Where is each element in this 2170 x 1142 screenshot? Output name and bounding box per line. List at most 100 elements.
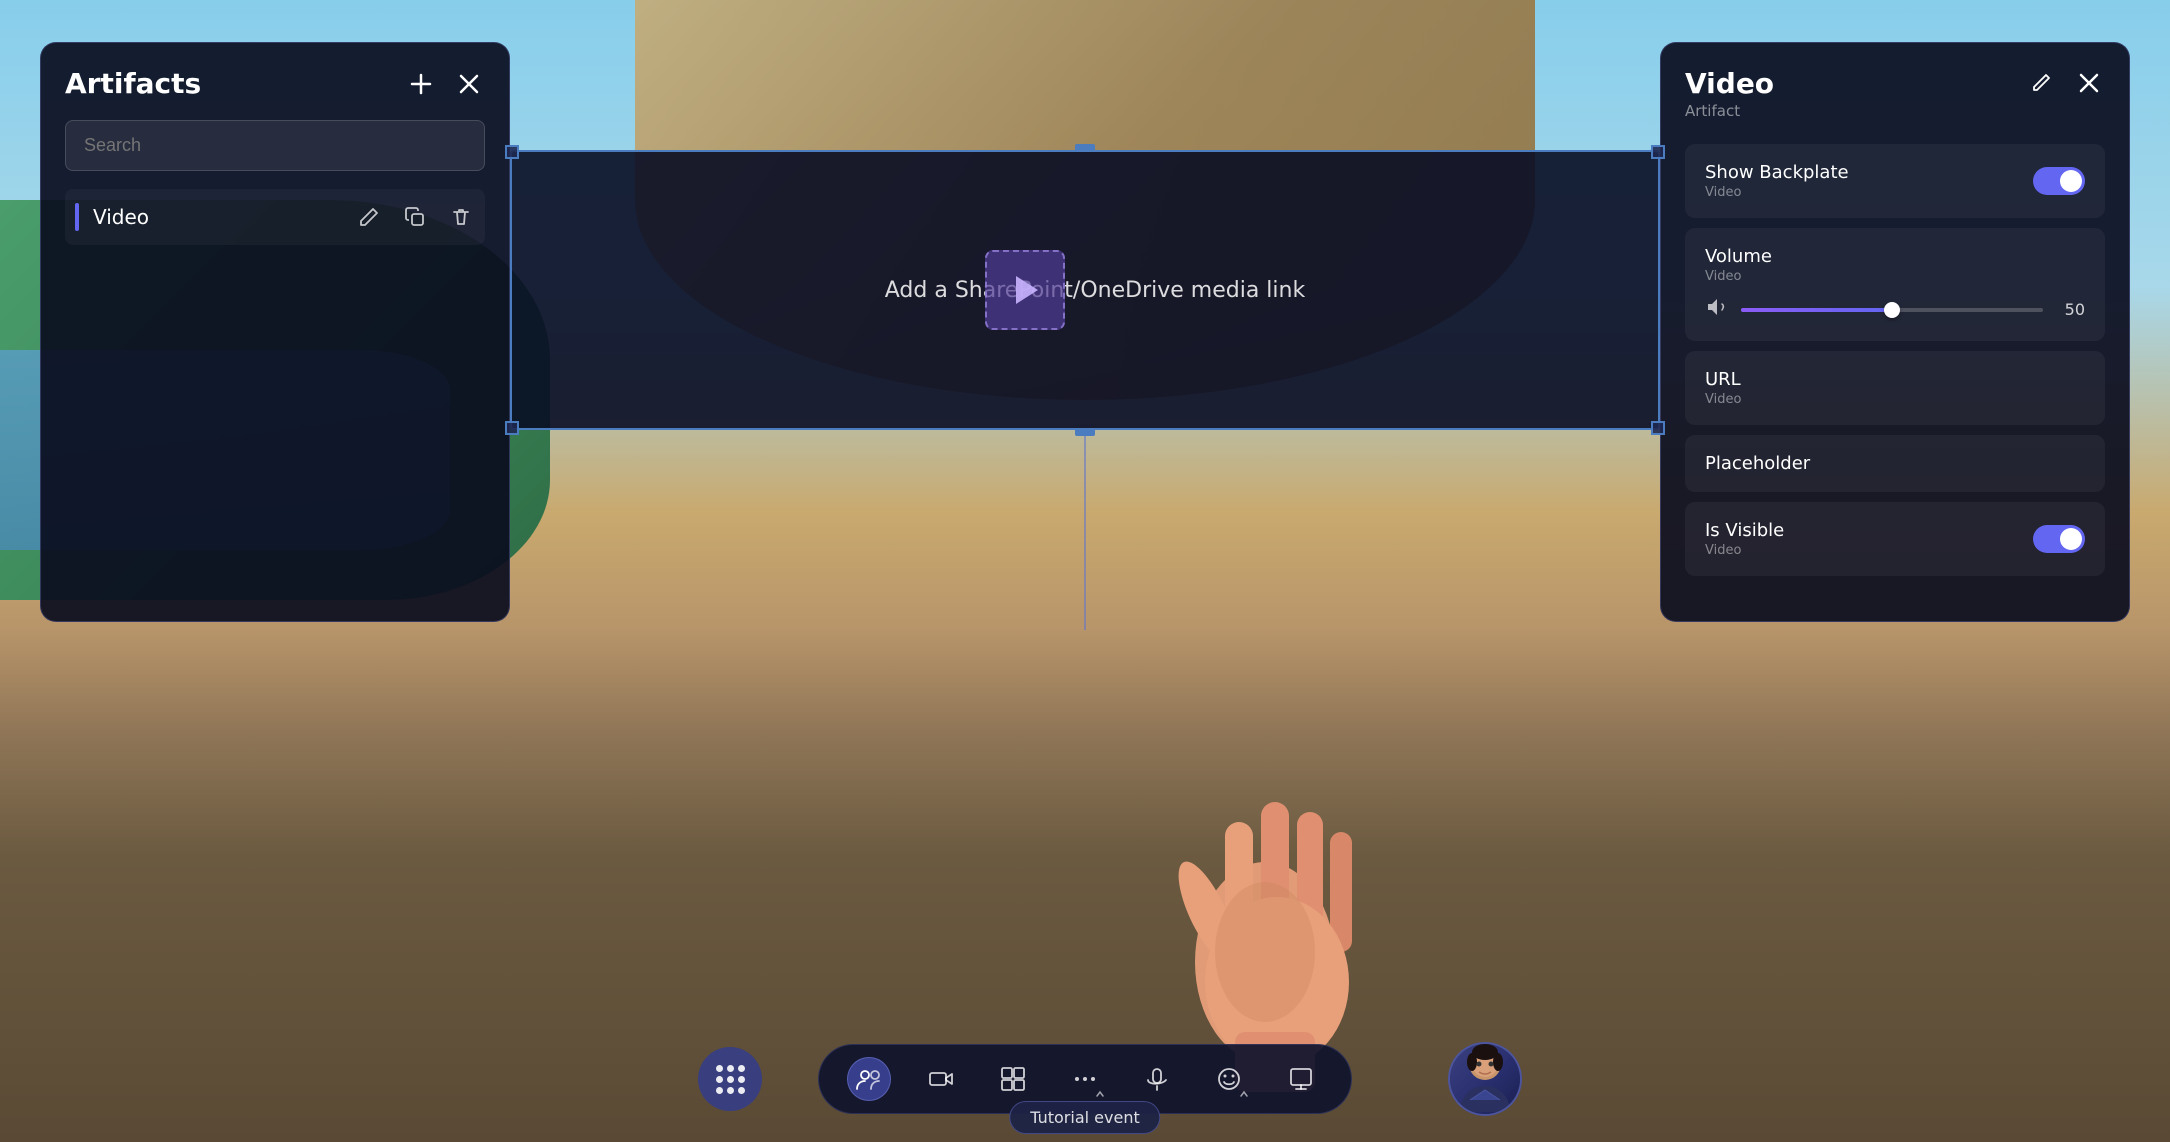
pencil-icon [359,207,379,227]
avatar-inner [1450,1044,1520,1114]
url-section[interactable]: URL Video [1685,351,2105,425]
volume-value: 50 [2057,300,2085,319]
speaker-icon [1705,296,1727,323]
avatar-svg [1455,1042,1515,1116]
dot-6 [738,1076,745,1083]
edit-icon [2030,72,2052,94]
panels-container: Artifacts Video [0,0,2170,1142]
toolbar-layout-button[interactable] [991,1057,1035,1101]
copy-icon [405,207,425,227]
toolbar-emoji-button[interactable] [1207,1057,1251,1101]
volume-label: Volume [1705,246,1772,267]
add-artifact-button[interactable] [405,68,437,100]
dots-grid [716,1065,745,1094]
toolbar-more-button[interactable] [1063,1057,1107,1101]
hand-overlay [1125,712,1405,1092]
artifacts-header-actions [405,68,485,100]
placeholder-label: Placeholder [1705,453,1810,474]
tutorial-tooltip: Tutorial event [1009,1101,1160,1134]
share-icon [1288,1066,1314,1092]
copy-artifact-button[interactable] [401,203,429,231]
volume-label-group: Volume Video [1705,246,1772,284]
video-panel-subtitle: Artifact [1685,102,1774,120]
layout-icon [1000,1066,1026,1092]
toolbar-mic-button[interactable] [1135,1057,1179,1101]
close-icon [2078,72,2100,94]
video-panel-title: Video [1685,67,1774,100]
video-panel-header-actions [2025,67,2105,99]
plus-icon [410,73,432,95]
is-visible-sublabel: Video [1705,543,1784,558]
url-label: URL [1705,369,1741,390]
chevron-up-icon [1095,1089,1105,1099]
url-row: URL Video [1705,369,2085,407]
url-sublabel: Video [1705,392,1741,407]
dot-7 [716,1087,723,1094]
is-visible-label-group: Is Visible Video [1705,520,1784,558]
volume-top-row: Volume Video [1705,246,2085,284]
placeholder-label-group: Placeholder [1705,453,1810,474]
video-panel: Video Artifact [1660,42,2130,622]
play-icon [1016,276,1038,304]
video-canvas[interactable]: Add a SharePoint/OneDrive media link [510,150,1660,430]
toolbar-people-button[interactable] [847,1057,891,1101]
grid-menu-button[interactable] [698,1047,762,1111]
is-visible-row: Is Visible Video [1705,520,2085,558]
dot-2 [727,1065,734,1072]
tutorial-event-text: Tutorial event [1030,1108,1139,1127]
people-icon [855,1065,883,1093]
placeholder-section[interactable]: Placeholder [1685,435,2105,492]
dot-8 [727,1087,734,1094]
artifact-video-actions [355,203,475,231]
dot-5 [727,1076,734,1083]
show-backplate-label: Show Backplate [1705,162,1849,183]
edit-video-button[interactable] [2025,67,2057,99]
close-video-panel-button[interactable] [2073,67,2105,99]
edit-artifact-button[interactable] [355,203,383,231]
url-label-group: URL Video [1705,369,1741,407]
volume-section: Volume Video 50 [1685,228,2105,341]
is-visible-toggle[interactable] [2033,525,2085,553]
mic-icon [1144,1066,1170,1092]
show-backplate-row: Show Backplate Video [1705,162,2085,200]
dot-1 [716,1065,723,1072]
canvas-corner-bl [505,421,519,435]
artifact-video-item[interactable]: Video [65,189,485,245]
search-input[interactable] [65,120,485,171]
trash-icon [451,207,471,227]
show-backplate-label-group: Show Backplate Video [1705,162,1849,200]
volume-slider-thumb[interactable] [1884,302,1900,318]
canvas-corner-tr [1651,145,1665,159]
hand-svg [1125,712,1405,1092]
video-panel-title-group: Video Artifact [1685,67,1774,120]
is-visible-label: Is Visible [1705,520,1784,541]
dot-3 [738,1065,745,1072]
volume-sublabel: Video [1705,269,1772,284]
artifacts-panel-header: Artifacts [65,67,485,100]
close-icon [458,73,480,95]
canvas-stem [1084,430,1086,630]
close-artifacts-button[interactable] [453,68,485,100]
video-panel-header: Video Artifact [1685,67,2105,120]
show-backplate-toggle[interactable] [2033,167,2085,195]
artifacts-panel: Artifacts Video [40,42,510,622]
video-placeholder-icon [985,250,1065,330]
artifacts-title: Artifacts [65,67,201,100]
volume-slider-fill [1741,308,1892,312]
dot-4 [716,1076,723,1083]
toolbar-camera-button[interactable] [919,1057,963,1101]
camera-icon [928,1066,954,1092]
show-backplate-sublabel: Video [1705,185,1849,200]
volume-slider-track[interactable] [1741,308,2043,312]
show-backplate-section: Show Backplate Video [1685,144,2105,218]
canvas-corner-br [1651,421,1665,435]
artifact-indicator [75,203,79,231]
delete-artifact-button[interactable] [447,203,475,231]
toolbar-share-button[interactable] [1279,1057,1323,1101]
is-visible-section: Is Visible Video [1685,502,2105,576]
dot-9 [738,1087,745,1094]
volume-slider-row: 50 [1705,296,2085,323]
user-avatar-button[interactable] [1448,1042,1522,1116]
artifact-video-name: Video [93,205,355,229]
canvas-corner-tl [505,145,519,159]
